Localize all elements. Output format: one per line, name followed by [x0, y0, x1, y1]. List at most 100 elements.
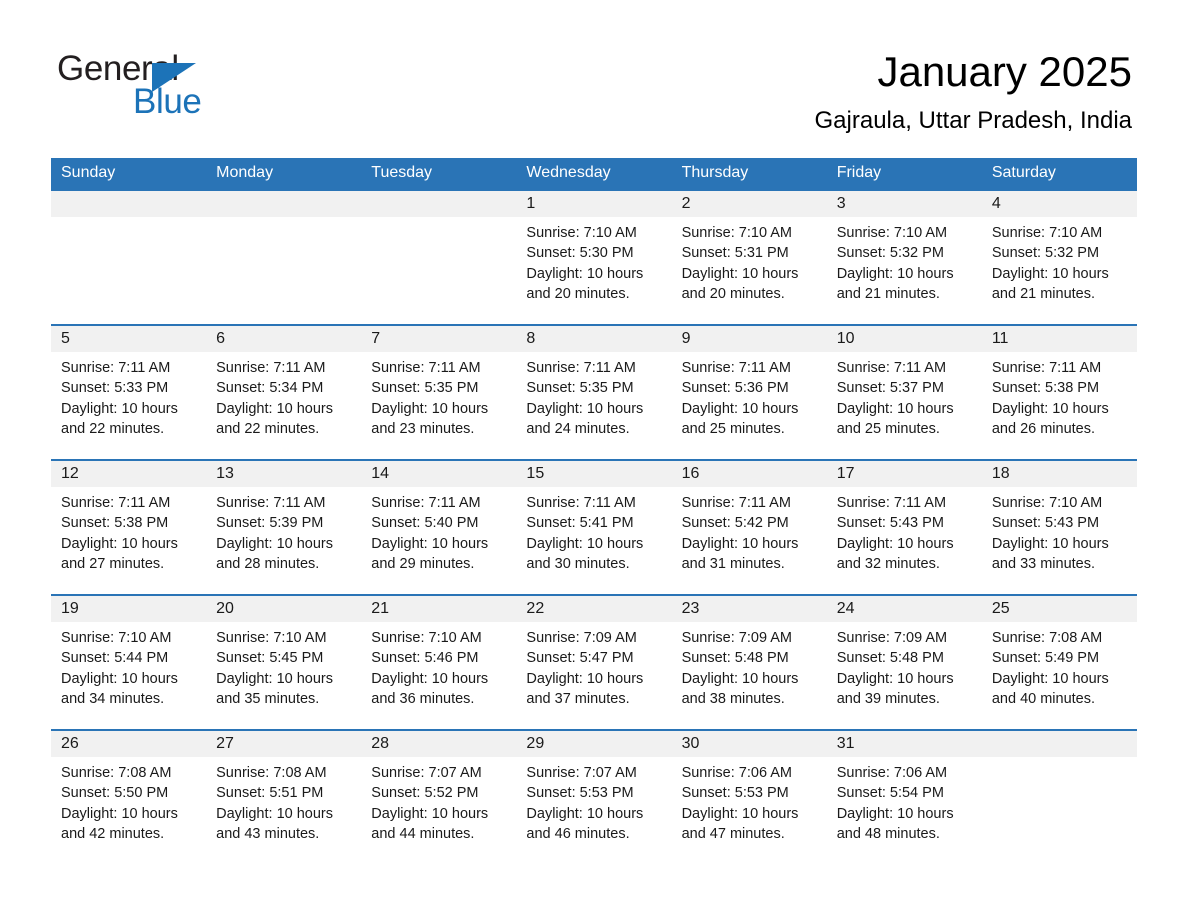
calendar-cell: 14 Sunrise: 7:11 AM Sunset: 5:40 PM Dayligh…	[361, 459, 517, 594]
sunrise-text: Sunrise: 7:10 AM	[681, 225, 792, 241]
day-cell[interactable]: 3 Sunrise: 7:10 AM Sunset: 5:32 PM Daylight…	[826, 189, 982, 324]
daylight-text-line1: Daylight: 10 hours	[61, 400, 178, 417]
daylight-text-line2: and 26 minutes.	[991, 420, 1096, 437]
daylight-text-line2: and 44 minutes.	[371, 825, 475, 842]
day-cell[interactable]: 25 Sunrise: 7:08 AM Sunset: 5:49 PM Dayligh…	[981, 594, 1137, 729]
sunset-text: Sunset: 5:37 PM	[836, 380, 944, 397]
day-cell[interactable]: 21 Sunrise: 7:10 AM Sunset: 5:46 PM Dayligh…	[361, 594, 517, 729]
sunset-text: Sunset: 5:48 PM	[681, 650, 789, 667]
daylight-text-line2: and 43 minutes.	[216, 825, 320, 842]
daylight-text-line2: and 35 minutes.	[216, 690, 320, 707]
calendar-week-row: 12 Sunrise: 7:11 AM Sunset: 5:38 PM Dayligh…	[51, 459, 1137, 594]
day-number: 18	[981, 461, 1137, 487]
day-info	[51, 217, 206, 223]
day-number: 19	[51, 596, 207, 622]
day-cell[interactable]: 23 Sunrise: 7:09 AM Sunset: 5:48 PM Dayligh…	[671, 594, 827, 729]
day-cell[interactable]: 16 Sunrise: 7:11 AM Sunset: 5:42 PM Dayligh…	[671, 459, 827, 594]
calendar-page: General Blue January 2025 Gajraula, Utta…	[0, 0, 1188, 918]
sunrise-text: Sunrise: 7:11 AM	[526, 360, 636, 376]
day-cell[interactable]: 9 Sunrise: 7:11 AM Sunset: 5:36 PM Daylight…	[671, 324, 827, 459]
daylight-text-line2: and 29 minutes.	[371, 555, 475, 572]
day-cell[interactable]: 20 Sunrise: 7:10 AM Sunset: 5:45 PM Dayligh…	[206, 594, 362, 729]
day-info: Sunrise: 7:07 AM Sunset: 5:52 PM Daylight:…	[361, 757, 516, 844]
calendar-cell: 25 Sunrise: 7:08 AM Sunset: 5:49 PM Dayligh…	[981, 594, 1137, 729]
sunrise-text: Sunrise: 7:11 AM	[216, 495, 326, 511]
day-cell[interactable]: 31 Sunrise: 7:06 AM Sunset: 5:54 PM Dayligh…	[826, 729, 982, 864]
day-cell-empty	[361, 189, 517, 324]
day-cell[interactable]: 28 Sunrise: 7:07 AM Sunset: 5:52 PM Dayligh…	[361, 729, 517, 864]
day-cell-empty	[981, 729, 1137, 864]
day-cell[interactable]: 15 Sunrise: 7:11 AM Sunset: 5:41 PM Dayligh…	[516, 459, 672, 594]
daylight-text-line1: Daylight: 10 hours	[991, 670, 1109, 687]
daylight-text-line2: and 38 minutes.	[681, 690, 785, 707]
sunrise-text: Sunrise: 7:11 AM	[216, 360, 326, 376]
day-info: Sunrise: 7:11 AM Sunset: 5:36 PM Daylight:…	[672, 352, 827, 439]
day-cell[interactable]: 4 Sunrise: 7:10 AM Sunset: 5:32 PM Daylight…	[981, 189, 1137, 324]
sunrise-text: Sunrise: 7:08 AM	[991, 630, 1103, 646]
sunrise-text: Sunrise: 7:11 AM	[836, 360, 947, 376]
day-cell[interactable]: 22 Sunrise: 7:09 AM Sunset: 5:47 PM Dayligh…	[516, 594, 672, 729]
day-cell[interactable]: 26 Sunrise: 7:08 AM Sunset: 5:50 PM Dayligh…	[51, 729, 207, 864]
calendar-cell: 31 Sunrise: 7:06 AM Sunset: 5:54 PM Dayligh…	[826, 729, 982, 864]
daylight-text-line2: and 21 minutes.	[836, 285, 940, 302]
day-cell[interactable]: 30 Sunrise: 7:06 AM Sunset: 5:53 PM Dayligh…	[671, 729, 827, 864]
day-cell[interactable]: 29 Sunrise: 7:07 AM Sunset: 5:53 PM Dayligh…	[516, 729, 672, 864]
day-number	[981, 731, 1137, 757]
sunset-text: Sunset: 5:47 PM	[526, 650, 634, 667]
day-cell[interactable]: 19 Sunrise: 7:10 AM Sunset: 5:44 PM Dayligh…	[51, 594, 207, 729]
weekday-header-tuesday: Tuesday	[361, 158, 517, 189]
sunrise-text: Sunrise: 7:11 AM	[681, 360, 791, 376]
sunset-text: Sunset: 5:42 PM	[681, 515, 789, 532]
calendar-cell: 29 Sunrise: 7:07 AM Sunset: 5:53 PM Dayligh…	[516, 729, 672, 864]
day-number: 27	[206, 731, 362, 757]
weekday-header-sunday: Sunday	[51, 158, 207, 189]
sunrise-text: Sunrise: 7:09 AM	[681, 630, 792, 646]
daylight-text-line2: and 42 minutes.	[61, 825, 165, 842]
sunrise-text: Sunrise: 7:10 AM	[371, 630, 482, 646]
general-blue-logo[interactable]: General Blue	[57, 50, 377, 130]
daylight-text-line1: Daylight: 10 hours	[526, 265, 644, 282]
day-info: Sunrise: 7:10 AM Sunset: 5:45 PM Daylight:…	[206, 622, 361, 709]
day-info: Sunrise: 7:10 AM Sunset: 5:32 PM Daylight:…	[827, 217, 982, 304]
daylight-text-line1: Daylight: 10 hours	[526, 670, 644, 687]
day-number: 9	[671, 326, 827, 352]
day-cell[interactable]: 14 Sunrise: 7:11 AM Sunset: 5:40 PM Dayligh…	[361, 459, 517, 594]
day-cell[interactable]: 18 Sunrise: 7:10 AM Sunset: 5:43 PM Dayligh…	[981, 459, 1137, 594]
day-cell[interactable]: 17 Sunrise: 7:11 AM Sunset: 5:43 PM Dayligh…	[826, 459, 982, 594]
day-cell[interactable]: 6 Sunrise: 7:11 AM Sunset: 5:34 PM Daylight…	[206, 324, 362, 459]
calendar-cell: 21 Sunrise: 7:10 AM Sunset: 5:46 PM Dayligh…	[361, 594, 517, 729]
calendar-cell: 24 Sunrise: 7:09 AM Sunset: 5:48 PM Dayligh…	[826, 594, 982, 729]
day-cell[interactable]: 2 Sunrise: 7:10 AM Sunset: 5:31 PM Daylight…	[671, 189, 827, 324]
day-cell[interactable]: 1 Sunrise: 7:10 AM Sunset: 5:30 PM Daylight…	[516, 189, 672, 324]
day-cell[interactable]: 11 Sunrise: 7:11 AM Sunset: 5:38 PM Dayligh…	[981, 324, 1137, 459]
sunset-text: Sunset: 5:53 PM	[526, 785, 634, 802]
day-cell[interactable]: 8 Sunrise: 7:11 AM Sunset: 5:35 PM Daylight…	[516, 324, 672, 459]
sunset-text: Sunset: 5:46 PM	[371, 650, 479, 667]
daylight-text-line1: Daylight: 10 hours	[216, 535, 334, 552]
day-cell[interactable]: 24 Sunrise: 7:09 AM Sunset: 5:48 PM Dayligh…	[826, 594, 982, 729]
day-cell[interactable]: 5 Sunrise: 7:11 AM Sunset: 5:33 PM Daylight…	[51, 324, 207, 459]
day-number: 10	[826, 326, 982, 352]
day-info: Sunrise: 7:06 AM Sunset: 5:53 PM Daylight:…	[672, 757, 827, 844]
title-block: January 2025 Gajraula, Uttar Pradesh, In…	[815, 48, 1133, 136]
day-cell[interactable]: 13 Sunrise: 7:11 AM Sunset: 5:39 PM Dayligh…	[206, 459, 362, 594]
sunset-text: Sunset: 5:49 PM	[991, 650, 1100, 667]
day-cell[interactable]: 12 Sunrise: 7:11 AM Sunset: 5:38 PM Dayligh…	[51, 459, 207, 594]
daylight-text-line1: Daylight: 10 hours	[681, 400, 799, 417]
day-info: Sunrise: 7:11 AM Sunset: 5:33 PM Daylight:…	[51, 352, 206, 439]
day-number: 30	[671, 731, 827, 757]
day-info: Sunrise: 7:10 AM Sunset: 5:46 PM Daylight:…	[361, 622, 516, 709]
day-cell[interactable]: 10 Sunrise: 7:11 AM Sunset: 5:37 PM Dayligh…	[826, 324, 982, 459]
day-number: 23	[671, 596, 827, 622]
weekday-header-friday: Friday	[826, 158, 982, 189]
day-cell[interactable]: 7 Sunrise: 7:11 AM Sunset: 5:35 PM Daylight…	[361, 324, 517, 459]
daylight-text-line2: and 24 minutes.	[526, 420, 630, 437]
calendar-week-row: 19 Sunrise: 7:10 AM Sunset: 5:44 PM Dayligh…	[51, 594, 1137, 729]
daylight-text-line2: and 48 minutes.	[836, 825, 940, 842]
calendar-week-row: 1 Sunrise: 7:10 AM Sunset: 5:30 PM Daylight…	[51, 189, 1137, 324]
sunrise-text: Sunrise: 7:07 AM	[526, 765, 637, 781]
sunrise-text: Sunrise: 7:06 AM	[836, 765, 948, 781]
day-cell[interactable]: 27 Sunrise: 7:08 AM Sunset: 5:51 PM Dayligh…	[206, 729, 362, 864]
day-info: Sunrise: 7:08 AM Sunset: 5:49 PM Daylight:…	[982, 622, 1137, 709]
daylight-text-line2: and 25 minutes.	[681, 420, 785, 437]
